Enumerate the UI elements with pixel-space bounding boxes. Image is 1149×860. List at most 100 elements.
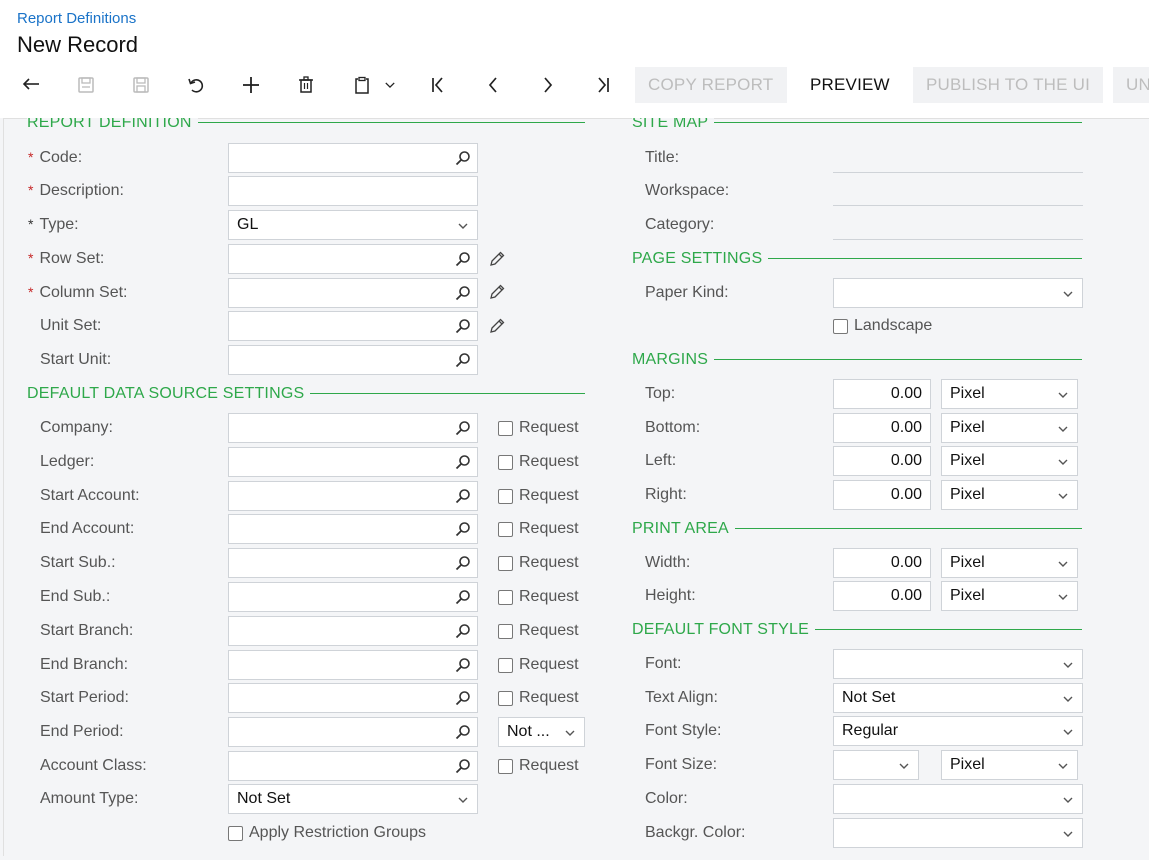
edit-pencil-icon[interactable] <box>488 317 506 335</box>
request-checkbox[interactable]: Request <box>498 453 579 471</box>
last-record-icon[interactable] <box>585 66 621 104</box>
data-source-input[interactable] <box>228 650 478 680</box>
checkbox-box[interactable] <box>498 758 513 774</box>
request-checkbox[interactable]: Request <box>498 588 579 606</box>
search-icon[interactable] <box>455 488 471 504</box>
font-style-select[interactable]: Regular <box>833 716 1083 746</box>
search-icon[interactable] <box>455 521 471 537</box>
apply-restriction-checkbox[interactable]: Apply Restriction Groups <box>228 824 426 842</box>
font-size-unit-select[interactable]: Pixel <box>941 750 1078 780</box>
code-input[interactable] <box>228 143 478 173</box>
margin-unit-select[interactable]: Pixel <box>941 446 1078 476</box>
height-input[interactable]: 0.00 <box>833 581 931 611</box>
data-source-input[interactable] <box>228 548 478 578</box>
data-source-input[interactable] <box>228 582 478 612</box>
margin-value-input[interactable]: 0.00 <box>833 379 931 409</box>
request-checkbox[interactable]: Request <box>498 656 579 674</box>
unit-set-input[interactable] <box>228 311 478 341</box>
checkbox-box[interactable] <box>498 657 513 673</box>
next-record-icon[interactable] <box>530 66 566 104</box>
checkbox-box[interactable] <box>833 318 848 334</box>
margin-unit-select[interactable]: Pixel <box>941 480 1078 510</box>
checkbox-box[interactable] <box>498 521 513 537</box>
delete-icon[interactable] <box>288 66 324 104</box>
search-icon[interactable] <box>455 555 471 571</box>
data-source-input[interactable] <box>228 481 478 511</box>
search-icon[interactable] <box>455 251 471 267</box>
search-icon[interactable] <box>455 690 471 706</box>
data-source-input[interactable] <box>228 514 478 544</box>
request-checkbox[interactable]: Request <box>498 622 579 640</box>
data-source-input[interactable] <box>228 751 478 781</box>
data-source-input[interactable] <box>228 683 478 713</box>
checkbox-box[interactable] <box>498 690 513 706</box>
search-icon[interactable] <box>455 758 471 774</box>
request-checkbox[interactable]: Request <box>498 554 579 572</box>
search-icon[interactable] <box>455 150 471 166</box>
request-checkbox[interactable]: Request <box>498 419 579 437</box>
save-icon[interactable] <box>123 66 159 104</box>
column-set-input[interactable] <box>228 278 478 308</box>
search-icon[interactable] <box>455 454 471 470</box>
checkbox-box[interactable] <box>498 589 513 605</box>
search-icon[interactable] <box>455 420 471 436</box>
type-select[interactable]: GL <box>228 210 478 240</box>
revert-icon[interactable] <box>178 66 214 104</box>
search-icon[interactable] <box>455 318 471 334</box>
save-close-icon[interactable] <box>68 66 104 104</box>
font-size-select[interactable] <box>833 750 919 780</box>
unpublish-button[interactable]: UN <box>1113 67 1149 103</box>
margin-value-input[interactable]: 0.00 <box>833 446 931 476</box>
request-checkbox[interactable]: Request <box>498 757 579 775</box>
landscape-checkbox[interactable]: Landscape <box>833 317 932 335</box>
checkbox-box[interactable] <box>498 555 513 571</box>
paper-kind-select[interactable] <box>833 278 1083 308</box>
height-unit-select[interactable]: Pixel <box>941 581 1078 611</box>
checkbox-box[interactable] <box>498 488 513 504</box>
width-unit-select[interactable]: Pixel <box>941 548 1078 578</box>
checkbox-box[interactable] <box>498 454 513 470</box>
workspace-field[interactable] <box>833 205 1083 206</box>
copy-report-button[interactable]: COPY REPORT <box>635 67 787 103</box>
breadcrumb[interactable]: Report Definitions <box>17 10 136 27</box>
request-checkbox[interactable]: Request <box>498 520 579 538</box>
data-source-input[interactable] <box>228 413 478 443</box>
request-checkbox[interactable]: Request <box>498 689 579 707</box>
checkbox-box[interactable] <box>228 825 243 841</box>
search-icon[interactable] <box>455 724 471 740</box>
first-record-icon[interactable] <box>420 66 456 104</box>
margin-unit-select[interactable]: Pixel <box>941 379 1078 409</box>
color-select[interactable] <box>833 784 1083 814</box>
font-select[interactable] <box>833 649 1083 679</box>
search-icon[interactable] <box>455 285 471 301</box>
margin-unit-select[interactable]: Pixel <box>941 413 1078 443</box>
description-input[interactable] <box>228 176 478 206</box>
data-source-input[interactable] <box>228 616 478 646</box>
text-align-select[interactable]: Not Set <box>833 683 1083 713</box>
margin-value-input[interactable]: 0.00 <box>833 413 931 443</box>
edit-pencil-icon[interactable] <box>488 283 506 301</box>
backgr-color-select[interactable] <box>833 818 1083 848</box>
end-period-option-select[interactable]: Not ... <box>498 717 585 747</box>
margin-value-input[interactable]: 0.00 <box>833 480 931 510</box>
amount-type-select[interactable]: Not Set <box>228 784 478 814</box>
search-icon[interactable] <box>455 623 471 639</box>
previous-record-icon[interactable] <box>475 66 511 104</box>
search-icon[interactable] <box>455 589 471 605</box>
width-input[interactable]: 0.00 <box>833 548 931 578</box>
search-icon[interactable] <box>455 352 471 368</box>
row-set-input[interactable] <box>228 244 478 274</box>
start-unit-input[interactable] <box>228 345 478 375</box>
edit-pencil-icon[interactable] <box>488 250 506 268</box>
undo-back-icon[interactable] <box>13 66 49 104</box>
add-icon[interactable] <box>233 66 269 104</box>
checkbox-box[interactable] <box>498 623 513 639</box>
site-map-title-field[interactable] <box>833 172 1083 173</box>
checkbox-box[interactable] <box>498 420 513 436</box>
request-checkbox[interactable]: Request <box>498 487 579 505</box>
data-source-input[interactable] <box>228 717 478 747</box>
preview-button[interactable]: PREVIEW <box>797 67 903 103</box>
chevron-down-icon[interactable] <box>372 66 408 104</box>
publish-button[interactable]: PUBLISH TO THE UI <box>913 67 1103 103</box>
category-field[interactable] <box>833 239 1083 240</box>
